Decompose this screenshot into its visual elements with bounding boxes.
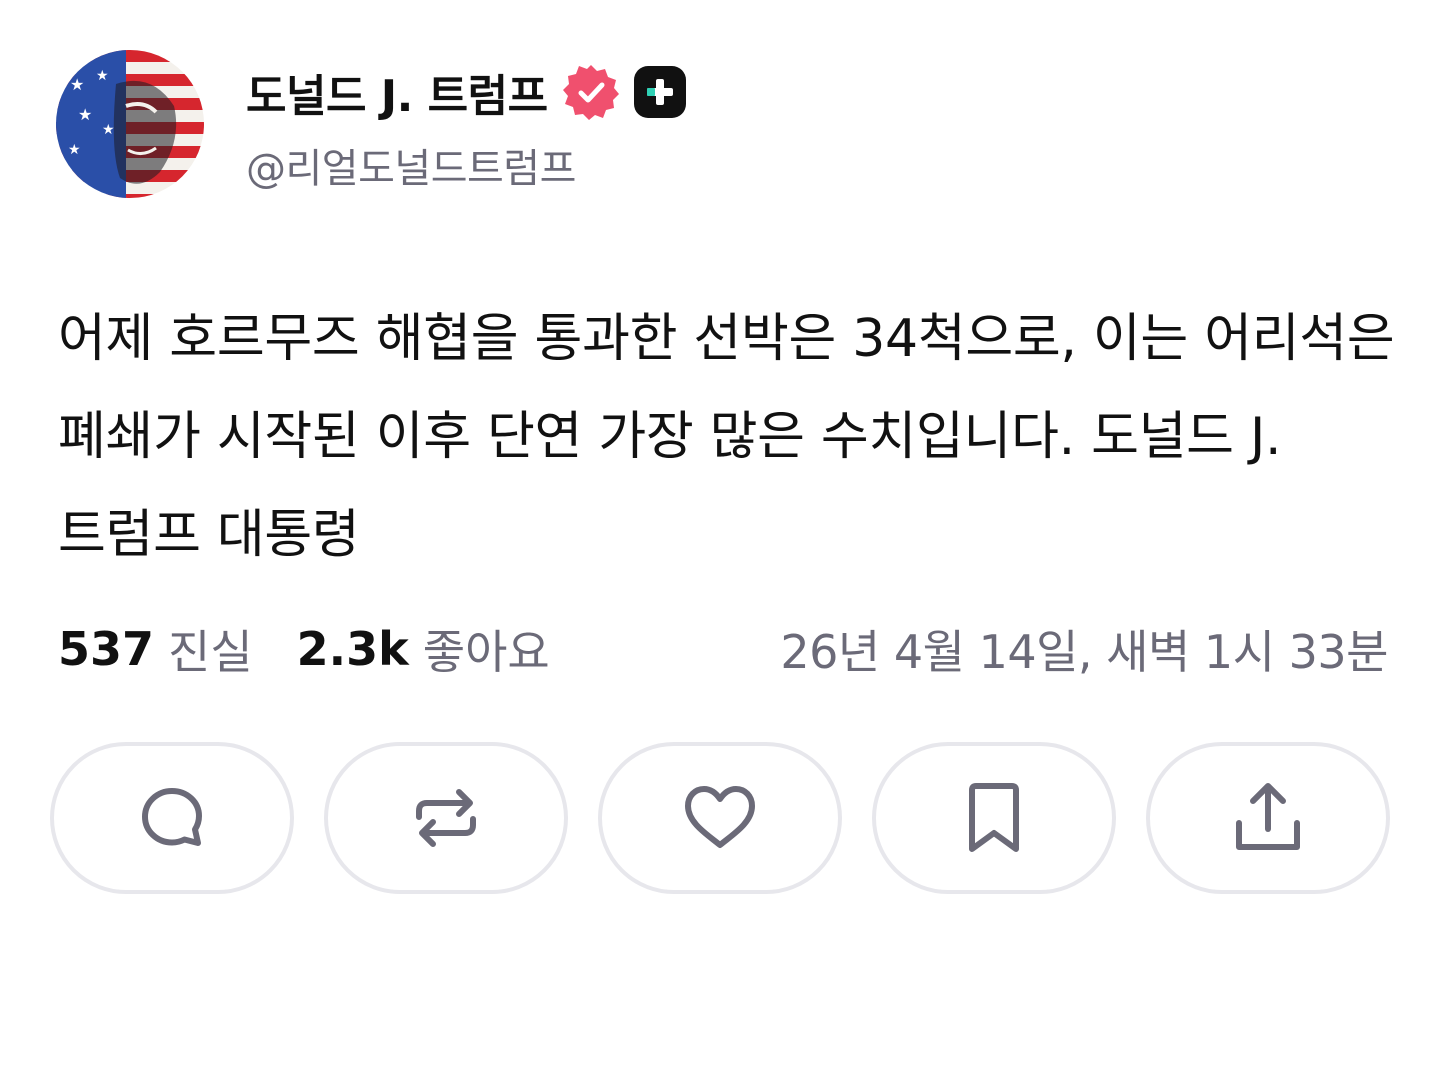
verified-badge-icon: [562, 63, 620, 121]
svg-text:★: ★: [78, 105, 92, 124]
svg-text:★: ★: [70, 75, 84, 94]
flag-portrait-avatar-icon: ★ ★ ★ ★ ★: [56, 50, 204, 198]
post-page: ★ ★ ★ ★ ★ 도널드 J. 트럼프 @리얼도널드트럼프 어제 호르무즈 해…: [0, 0, 1440, 1088]
post-timestamp: 26년 4월 14일, 새벽 1시 33분: [780, 625, 1388, 679]
svg-text:★: ★: [68, 142, 81, 158]
repost-icon: [416, 789, 476, 847]
comment-icon: [142, 788, 202, 846]
truths-count[interactable]: 537: [58, 622, 154, 676]
like-button[interactable]: [598, 742, 842, 894]
action-bar: [50, 742, 1390, 894]
reply-button[interactable]: [50, 742, 294, 894]
share-icon: [1236, 783, 1300, 850]
repost-button[interactable]: [324, 742, 568, 894]
share-button[interactable]: [1146, 742, 1390, 894]
post-header: ★ ★ ★ ★ ★ 도널드 J. 트럼프 @리얼도널드트럼프: [56, 50, 686, 198]
post-text: 어제 호르무즈 해협을 통과한 선박은 34척으로, 이는 어리석은 폐쇄가 시…: [58, 309, 1395, 565]
likes-label[interactable]: 좋아요: [423, 616, 550, 682]
author-display-name[interactable]: 도널드 J. 트럼프: [246, 60, 548, 124]
svg-text:★: ★: [96, 68, 109, 84]
likes-count[interactable]: 2.3k: [297, 622, 409, 676]
truths-label[interactable]: 진실: [168, 616, 253, 682]
name-row: 도널드 J. 트럼프: [246, 54, 686, 130]
svg-text:★: ★: [102, 122, 115, 138]
post-stats: 537 진실 2.3k 좋아요 26년 4월 14일, 새벽 1시 33분: [58, 614, 1388, 684]
bookmark-icon: [969, 783, 1019, 852]
plus-badge-icon: [633, 66, 686, 118]
heart-icon: [685, 786, 755, 848]
avatar[interactable]: ★ ★ ★ ★ ★: [56, 50, 204, 198]
bookmark-button[interactable]: [872, 742, 1116, 894]
author-identity: 도널드 J. 트럼프 @리얼도널드트럼프: [246, 54, 686, 194]
author-handle[interactable]: @리얼도널드트럼프: [246, 136, 686, 194]
